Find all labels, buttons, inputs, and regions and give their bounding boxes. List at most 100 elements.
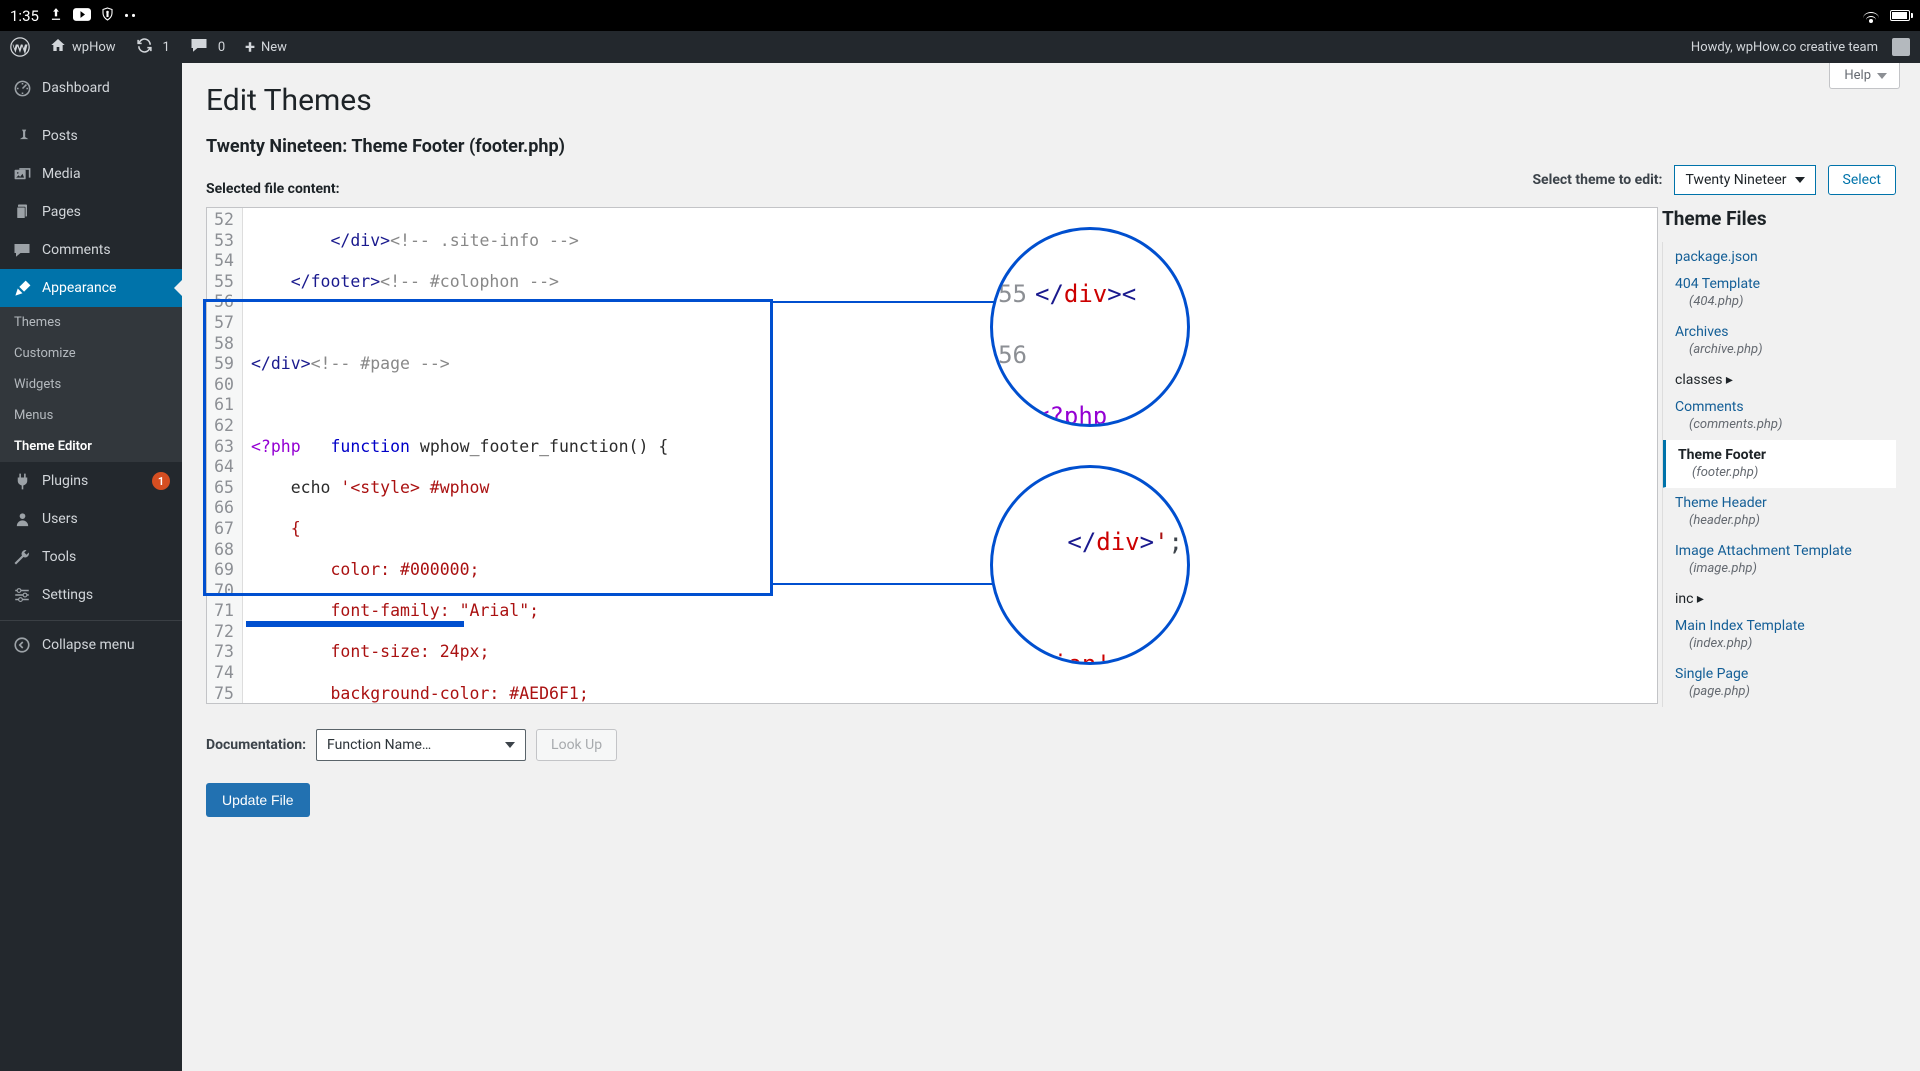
theme-file-item[interactable]: classes ▸ — [1663, 365, 1896, 392]
menu-label: Tools — [42, 549, 76, 565]
menu-label: Users — [42, 511, 78, 527]
collapse-menu[interactable]: Collapse menu — [0, 626, 182, 664]
chevron-down-icon — [505, 742, 515, 748]
documentation-placeholder: Function Name… — [327, 737, 431, 753]
theme-file-item[interactable]: Comments(comments.php) — [1663, 392, 1896, 440]
theme-file-item[interactable]: Theme Header(header.php) — [1663, 488, 1896, 536]
select-button[interactable]: Select — [1828, 165, 1896, 195]
comments-indicator[interactable]: 0 — [180, 31, 235, 63]
theme-file-filename: (image.php) — [1689, 561, 1884, 576]
user-menu[interactable]: Howdy, wpHow.co creative team — [1681, 31, 1920, 63]
theme-file-filename: (comments.php) — [1689, 417, 1884, 432]
editor-wrap: 5253545556575859606162636465666768697071… — [206, 207, 1658, 707]
menu-dashboard[interactable]: Dashboard — [0, 69, 182, 107]
annotation-connector-top — [773, 301, 1006, 303]
theme-files-list[interactable]: package.json404 Template(404.php)Archive… — [1662, 242, 1896, 707]
theme-file-filename: (index.php) — [1689, 636, 1884, 651]
menu-label: Media — [42, 166, 81, 182]
comments-icon — [12, 240, 32, 260]
theme-file-item[interactable]: Main Index Template (index.php) — [1663, 611, 1896, 659]
theme-file-item[interactable]: Single Page(page.php) — [1663, 659, 1896, 707]
device-status-bar: 1:35 •• — [0, 0, 1920, 31]
theme-file-link: 404 Template — [1675, 276, 1884, 292]
code-body: </div><!-- .site-info --> </footer><!-- … — [243, 208, 805, 703]
plugins-icon — [12, 471, 32, 491]
menu-label: Dashboard — [42, 80, 110, 96]
menu-tools[interactable]: Tools — [0, 538, 182, 576]
annotation-connector-bottom — [773, 583, 997, 585]
documentation-select[interactable]: Function Name… — [316, 729, 526, 761]
appearance-icon — [12, 278, 32, 298]
chevron-down-icon — [1877, 73, 1887, 79]
theme-select[interactable]: Twenty Nineteer — [1674, 165, 1815, 195]
menu-comments[interactable]: Comments — [0, 231, 182, 269]
comment-icon — [190, 37, 208, 57]
file-heading: Twenty Nineteen: Theme Footer (footer.ph… — [206, 136, 1896, 157]
settings-icon — [12, 585, 32, 605]
theme-file-item[interactable]: inc ▸ — [1663, 584, 1896, 611]
theme-file-link: Main Index Template — [1675, 618, 1884, 634]
theme-file-item[interactable]: 404 Template(404.php) — [1663, 269, 1896, 317]
annotation-magnifier-bottom: </div>'; ion' );?> — [990, 465, 1190, 665]
updates-count: 1 — [163, 40, 170, 55]
menu-media[interactable]: Media — [0, 155, 182, 193]
theme-file-item[interactable]: Archives(archive.php) — [1663, 317, 1896, 365]
new-label: New — [261, 40, 287, 55]
theme-file-item[interactable]: Image Attachment Template (image.php) — [1663, 536, 1896, 584]
plugins-badge: 1 — [152, 472, 170, 490]
submenu-widgets[interactable]: Widgets — [0, 369, 182, 400]
theme-file-link: Theme Footer — [1678, 447, 1884, 463]
site-home[interactable]: wpHow — [40, 31, 126, 63]
menu-label: Comments — [42, 242, 111, 258]
wp-logo[interactable] — [0, 31, 40, 63]
dots-icon: •• — [124, 7, 138, 25]
menu-pages[interactable]: Pages — [0, 193, 182, 231]
lookup-button[interactable]: Look Up — [536, 729, 617, 761]
code-editor[interactable]: 5253545556575859606162636465666768697071… — [206, 207, 1658, 704]
submenu-theme-editor[interactable]: Theme Editor — [0, 431, 182, 462]
menu-label: Collapse menu — [42, 637, 135, 653]
theme-select-value: Twenty Nineteer — [1685, 172, 1786, 188]
updates[interactable]: 1 — [126, 31, 180, 63]
howdy-text: Howdy, wpHow.co creative team — [1691, 40, 1878, 55]
theme-file-link: inc ▸ — [1675, 591, 1884, 607]
theme-file-filename: (footer.php) — [1692, 465, 1884, 480]
menu-users[interactable]: Users — [0, 500, 182, 538]
menu-posts[interactable]: Posts — [0, 117, 182, 155]
chevron-down-icon — [1795, 177, 1805, 183]
avatar-icon — [1892, 38, 1910, 56]
update-file-button[interactable]: Update File — [206, 783, 310, 817]
content-area: Help Edit Themes Twenty Nineteen: Theme … — [182, 63, 1920, 1071]
clock: 1:35 — [10, 7, 39, 25]
refresh-icon — [136, 37, 153, 58]
new-content[interactable]: + New — [235, 31, 297, 63]
comments-count: 0 — [218, 40, 225, 55]
help-tab[interactable]: Help — [1829, 63, 1900, 89]
home-icon — [50, 37, 66, 57]
theme-file-filename: (header.php) — [1689, 513, 1884, 528]
submenu-themes[interactable]: Themes — [0, 307, 182, 338]
submenu-menus[interactable]: Menus — [0, 400, 182, 431]
submenu-customize[interactable]: Customize — [0, 338, 182, 369]
menu-settings[interactable]: Settings — [0, 576, 182, 614]
collapse-icon — [12, 635, 32, 655]
documentation-label: Documentation: — [206, 737, 306, 753]
theme-file-item[interactable]: Theme Footer (footer.php) — [1662, 440, 1896, 488]
theme-files-panel: Theme Files package.json404 Template(404… — [1662, 207, 1896, 707]
pin-icon — [12, 126, 32, 146]
dashboard-icon — [12, 78, 32, 98]
theme-file-link: classes ▸ — [1675, 372, 1884, 388]
page-title: Edit Themes — [206, 83, 1896, 118]
theme-file-link: Image Attachment Template — [1675, 543, 1884, 559]
appearance-submenu: Themes Customize Widgets Menus Theme Edi… — [0, 307, 182, 462]
theme-file-link: Archives — [1675, 324, 1884, 340]
annotation-underline — [246, 621, 464, 627]
menu-appearance[interactable]: Appearance — [0, 269, 182, 307]
annotation-magnifier-top: 55</div>< 56 57<?php fun 58 echo 59 { 60… — [990, 227, 1190, 427]
menu-plugins[interactable]: Plugins 1 — [0, 462, 182, 500]
theme-file-item[interactable]: package.json — [1663, 242, 1896, 269]
tools-icon — [12, 547, 32, 567]
wp-admin-bar: wpHow 1 0 + New Howdy, wpHow.co creative… — [0, 31, 1920, 63]
menu-label: Settings — [42, 587, 93, 603]
site-name: wpHow — [72, 40, 116, 55]
